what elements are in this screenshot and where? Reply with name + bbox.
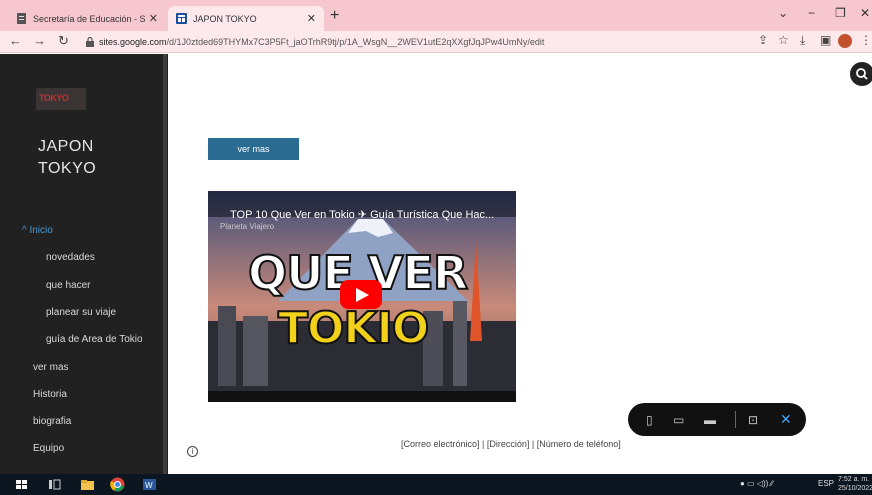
sidebar-item-inicio[interactable]: ^ Inicio — [22, 225, 53, 236]
download-icon[interactable]: ⤓ — [800, 33, 805, 48]
minimize-icon[interactable]: − — [808, 6, 815, 20]
toolbar-divider — [735, 411, 736, 428]
close-icon[interactable]: ✕ — [780, 411, 792, 428]
close-tab-icon[interactable]: ✕ — [307, 12, 316, 25]
share-icon[interactable]: ⇪ — [758, 33, 768, 47]
address-bar-row: ← → ↻ sites.google.com/d/1J0ztded69THYMx… — [0, 31, 872, 53]
forward-icon[interactable]: → — [33, 33, 46, 48]
site-logo[interactable]: TOKYO — [36, 88, 86, 110]
sidebar-item-guia[interactable]: guía de Area de Tokio — [46, 334, 143, 345]
preview-device-toolbar: ▯ ▭ ▬ ⊡ ✕ — [628, 403, 806, 436]
tab-title: Secretaría de Educación - Secre — [33, 13, 145, 24]
sidebar-item-que-hacer[interactable]: que hacer — [46, 280, 90, 291]
windows-taskbar: W ● ▭ ◁)) ∕∕ ESP 7:52 a. m. 25/10/2022 — [0, 474, 872, 495]
comment-icon[interactable]: ⊡ — [748, 413, 758, 427]
profile-avatar[interactable] — [838, 34, 852, 48]
restore-icon[interactable]: ❐ — [835, 6, 846, 20]
youtube-video-embed[interactable]: TOP 10 Que Ver en Tokio ✈ Guía Turística… — [208, 191, 516, 402]
site-title: JAPON TOKYO — [38, 138, 97, 177]
reload-icon[interactable]: ↻ — [58, 33, 69, 49]
chevron-down-icon[interactable]: ⌄ — [778, 6, 788, 20]
laptop-icon[interactable]: ▬ — [704, 413, 716, 427]
site-sidebar: TOKYO JAPON TOKYO ^ Inicio novedades que… — [0, 54, 168, 474]
back-icon[interactable]: ← — [9, 33, 22, 48]
word-icon[interactable]: W — [142, 477, 157, 492]
tab-title: JAPON TOKYO — [193, 13, 257, 24]
close-window-icon[interactable]: ✕ — [860, 6, 870, 20]
chrome-icon[interactable] — [110, 477, 125, 492]
url-input[interactable]: sites.google.com/d/1J0ztded69THYMx7C3P5F… — [86, 34, 862, 51]
taskbar-clock[interactable]: 7:52 a. m. 25/10/2022 — [838, 475, 872, 493]
task-view-icon[interactable] — [47, 477, 62, 492]
tab-secretaria[interactable]: Secretaría de Educación - Secre ✕ — [8, 6, 166, 31]
document-icon — [17, 13, 26, 24]
url-text: sites.google.com/d/1J0ztded69THYMx7C3P5F… — [99, 37, 545, 47]
sidebar-item-novedades[interactable]: novedades — [46, 252, 95, 263]
play-button-icon[interactable] — [340, 280, 382, 309]
footer-contact-links: [Correo electrónico] | [Dirección] | [Nú… — [401, 439, 621, 449]
language-indicator[interactable]: ESP — [818, 479, 834, 488]
phone-icon[interactable]: ▯ — [646, 413, 653, 427]
thumbnail-text-tokio: TOKIO — [277, 302, 430, 355]
video-title[interactable]: TOP 10 Que Ver en Tokio ✈ Guía Turística… — [230, 208, 494, 221]
search-button[interactable] — [850, 62, 872, 86]
info-icon[interactable]: i — [187, 446, 198, 457]
video-channel: Planeta Viajero — [220, 222, 275, 231]
browser-tab-bar: Secretaría de Educación - Secre ✕ JAPON … — [0, 0, 872, 31]
sidebar-item-ver-mas[interactable]: ver mas — [33, 362, 69, 373]
sidepanel-icon[interactable]: ▣ — [820, 33, 831, 47]
file-explorer-icon[interactable] — [80, 477, 95, 492]
sidebar-item-equipo[interactable]: Equipo — [33, 443, 64, 454]
star-icon[interactable]: ☆ — [778, 33, 789, 47]
tablet-icon[interactable]: ▭ — [673, 413, 684, 427]
menu-icon[interactable]: ⋮ — [860, 33, 872, 47]
lock-icon — [86, 37, 94, 47]
tray-icons[interactable]: ● ▭ ◁)) ∕∕ — [740, 479, 773, 488]
close-tab-icon[interactable]: ✕ — [149, 12, 158, 25]
tab-japon-tokyo[interactable]: JAPON TOKYO ✕ — [168, 6, 324, 31]
sidebar-item-biografia[interactable]: biografia — [33, 416, 71, 427]
new-tab-icon[interactable]: + — [330, 7, 339, 25]
windows-start-icon[interactable] — [14, 477, 29, 492]
sidebar-item-historia[interactable]: Historia — [33, 389, 67, 400]
sidebar-item-planear[interactable]: planear su viaje — [46, 307, 116, 318]
svg-text:W: W — [145, 481, 153, 490]
sidebar-scrollbar[interactable] — [163, 54, 167, 474]
ver-mas-button[interactable]: ver mas — [208, 138, 299, 160]
search-icon — [856, 68, 868, 80]
google-sites-icon — [176, 13, 187, 24]
